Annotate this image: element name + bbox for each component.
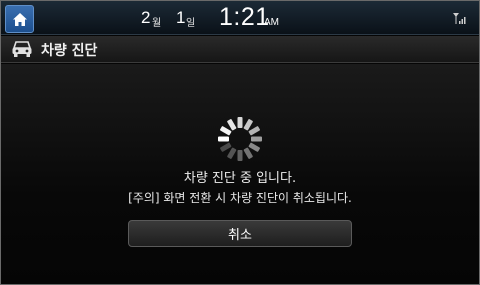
signal-icon (453, 13, 466, 24)
diagnosis-panel: 차량 진단 중 입니다. [주의] 화면 전환 시 차량 진단이 취소됩니다. … (1, 64, 479, 284)
month-unit: 월 (152, 18, 162, 29)
cancel-button[interactable]: 취소 (128, 220, 352, 247)
page-title: 차량 진단 (41, 43, 98, 59)
home-icon (12, 12, 27, 26)
home-button[interactable] (5, 5, 34, 33)
diagnosis-warning-message: [주의] 화면 전환 시 차량 진단이 취소됩니다. (128, 191, 352, 205)
day-unit: 일 (186, 18, 196, 29)
status-bar: 2 월 1 일 1:21 AM (1, 1, 479, 35)
month-value: 2 (141, 8, 151, 27)
day-value: 1 (176, 8, 186, 27)
clock-ampm: AM (264, 17, 279, 28)
loading-spinner-icon (218, 117, 262, 161)
diagnosis-status-message: 차량 진단 중 입니다. (183, 171, 297, 186)
screen: 2 월 1 일 1:21 AM 차량 진단 차량 진단 중 입니다. [주의] … (0, 0, 480, 285)
clock-time: 1:21 (219, 3, 270, 31)
title-bar: 차량 진단 (1, 36, 479, 63)
car-diagnosis-icon (12, 41, 32, 57)
